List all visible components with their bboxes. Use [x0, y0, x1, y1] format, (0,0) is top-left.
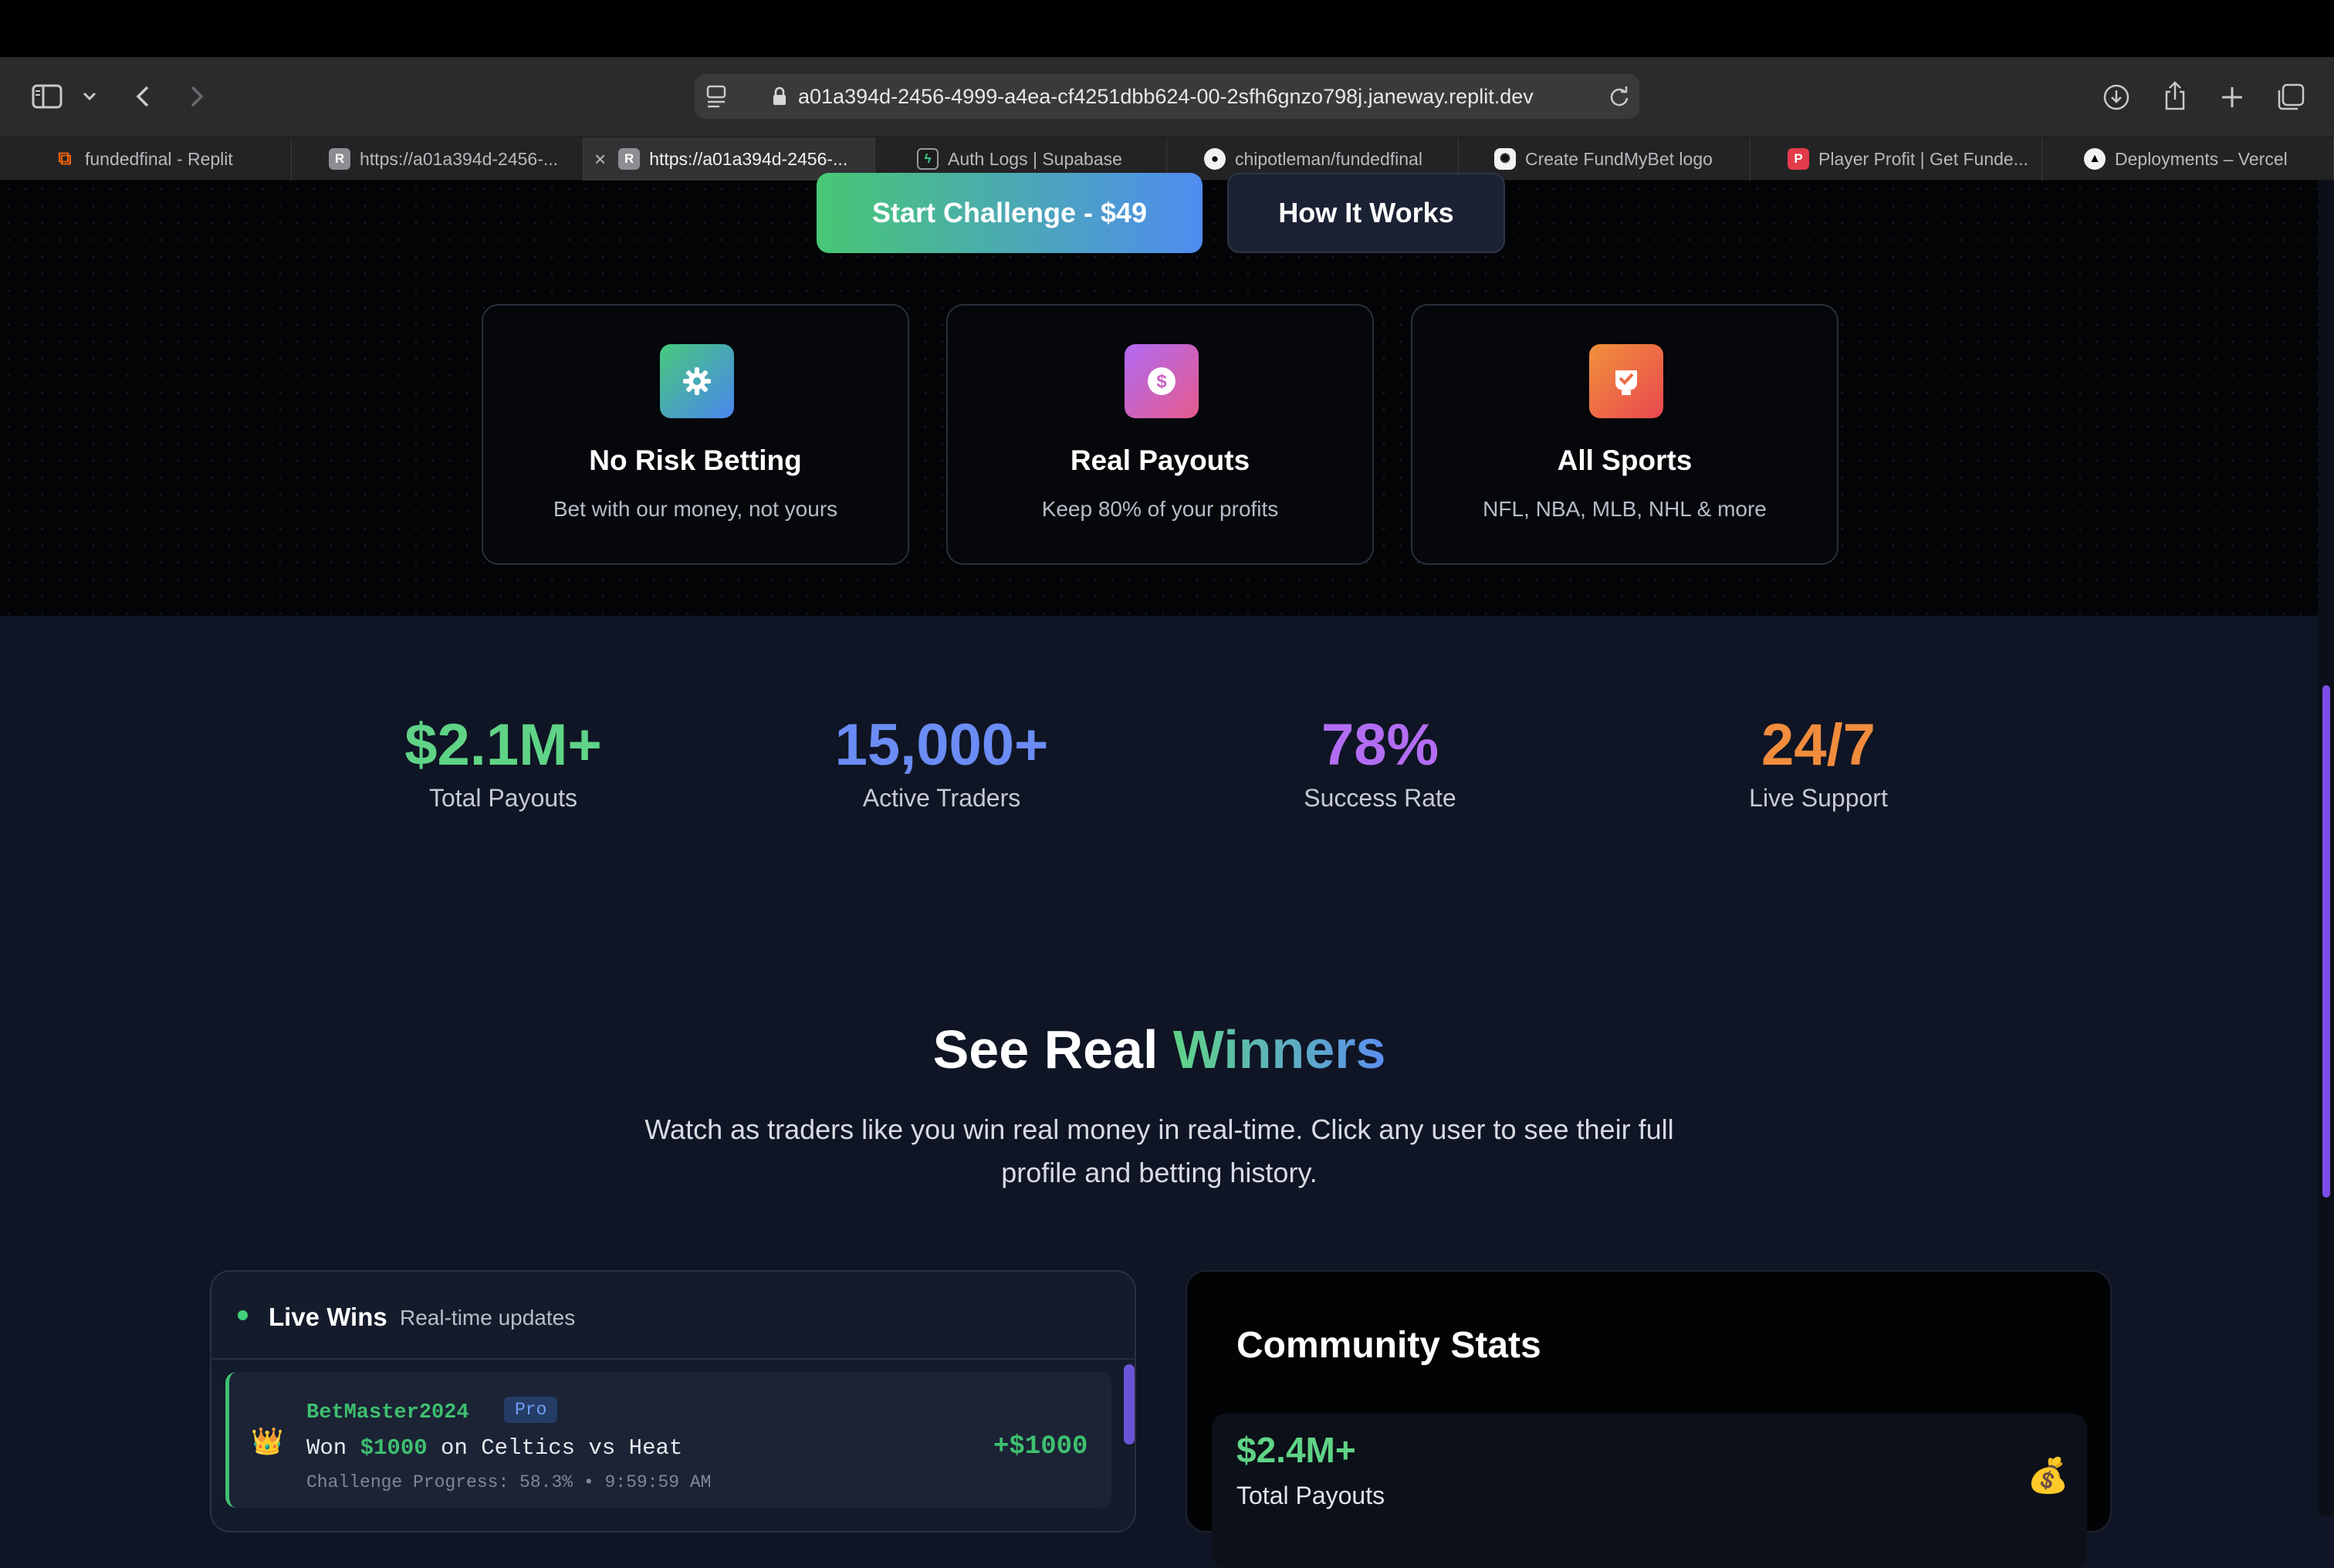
vercel-icon: ▲ [2084, 148, 2106, 170]
win-meta: Challenge Progress: 58.3% • 9:59:59 AM [306, 1472, 712, 1492]
stat-total-payouts: $2.1M+ Total Payouts [341, 710, 665, 813]
stat-value: 78% [1321, 712, 1439, 778]
tab-overview-icon[interactable] [2274, 80, 2308, 114]
section-subtitle: Watch as traders like you win real money… [644, 1113, 1674, 1188]
feature-description: Bet with our money, not yours [553, 497, 838, 521]
tier-badge: Pro [504, 1397, 558, 1423]
title-highlight: Winners [1172, 1019, 1386, 1080]
page-scrollbar-thumb[interactable] [2322, 685, 2330, 1198]
stat-success-rate: 78% Success Rate [1218, 710, 1542, 813]
tab-label: fundedfinal - Replit [85, 148, 233, 169]
sidebar-toggle-icon[interactable] [29, 82, 65, 111]
stat-value: 15,000+ [834, 712, 1049, 778]
win-description: Won $1000 on Celtics vs Heat [306, 1435, 682, 1461]
url-text: a01a394d-2456-4999-a4ea-cf4251dbb624-00-… [798, 85, 1534, 108]
live-indicator-icon [238, 1310, 248, 1320]
feature-title: All Sports [1557, 444, 1693, 476]
tab-label: https://a01a394d-2456-... [649, 148, 848, 169]
tab-label: Auth Logs | Supabase [948, 148, 1122, 169]
gear-icon [660, 344, 734, 418]
stat-live-support: 24/7 Live Support [1656, 710, 1981, 813]
replit-icon: ⧉ [58, 148, 72, 169]
how-it-works-button[interactable]: How It Works [1227, 173, 1505, 253]
openai-icon: ✺ [1494, 148, 1516, 170]
back-icon[interactable] [131, 82, 154, 111]
new-tab-icon[interactable] [2217, 82, 2248, 113]
tab-label: Create FundMyBet logo [1525, 148, 1713, 169]
tab-label: chipotleman/fundedfinal [1235, 148, 1422, 169]
feature-title: No Risk Betting [589, 444, 802, 476]
tab-vercel[interactable]: ▲ Deployments – Vercel [2042, 137, 2334, 181]
feature-card-payouts: $ Real Payouts Keep 80% of your profits [946, 304, 1374, 565]
community-stats-panel: Community Stats $2.4M+ Total Payouts 💰 [1186, 1270, 2112, 1568]
playerprofit-icon: P [1788, 148, 1809, 170]
tab-preview[interactable]: R https://a01a394d-2456-... [292, 137, 584, 181]
svg-text:$: $ [1156, 371, 1167, 392]
feature-title: Real Payouts [1070, 444, 1250, 476]
win-amount: $1000 [360, 1435, 428, 1461]
live-wins-header: Live Wins Real-time updates [211, 1272, 1135, 1360]
win-match: on Celtics vs Heat [427, 1435, 683, 1461]
live-wins-subtitle: Real-time updates [400, 1306, 576, 1330]
community-stat-value: $2.4M+ [1236, 1430, 1356, 1470]
feature-description: Keep 80% of your profits [1041, 497, 1279, 521]
trophy-icon [1589, 344, 1663, 418]
share-icon[interactable] [2160, 79, 2190, 113]
close-icon[interactable]: × [594, 147, 606, 171]
stat-active-traders: 15,000+ Active Traders [780, 710, 1104, 813]
page-settings-icon[interactable] [705, 84, 729, 113]
system-menubar [0, 0, 2334, 57]
win-delta: +$1000 [993, 1432, 1088, 1462]
stat-label: Success Rate [1304, 784, 1456, 812]
replit-r-icon: R [329, 148, 350, 170]
tab-playerprofit[interactable]: P Player Profit | Get Funde... [1750, 137, 2042, 181]
address-bar[interactable]: a01a394d-2456-4999-a4ea-cf4251dbb624-00-… [695, 74, 1639, 119]
supabase-icon: ϟ [917, 148, 939, 170]
username-link[interactable]: BetMaster2024 [306, 1401, 469, 1424]
reload-icon[interactable] [1608, 85, 1630, 112]
money-bag-icon: 💰 [2027, 1457, 2069, 1495]
stat-value: 24/7 [1761, 712, 1876, 778]
start-challenge-button[interactable]: Start Challenge - $49 [817, 173, 1203, 253]
download-icon[interactable] [2101, 82, 2132, 113]
live-wins-title: Live Wins [269, 1303, 387, 1331]
title-plain: See Real [932, 1019, 1173, 1080]
tab-replit[interactable]: ⧉ fundedfinal - Replit [0, 137, 292, 181]
stat-value: $2.1M+ [404, 712, 602, 778]
forward-icon[interactable] [185, 82, 208, 111]
tab-label: Deployments – Vercel [2115, 148, 2288, 169]
replit-r-icon: R [618, 148, 641, 170]
win-prefix: Won [306, 1435, 360, 1461]
win-entry[interactable]: 👑 BetMaster2024 Pro Won $1000 on Celtics… [225, 1372, 1111, 1508]
stat-label: Total Payouts [428, 784, 578, 812]
community-stat-label: Total Payouts [1236, 1482, 1385, 1509]
feature-description: NFL, NBA, MLB, NHL & more [1483, 497, 1767, 521]
section-title: See Real Winners [0, 1019, 2319, 1080]
live-wins-scrollbar[interactable] [1124, 1364, 1135, 1445]
feature-card-sports: All Sports NFL, NBA, MLB, NHL & more [1411, 304, 1838, 565]
community-stat-card: $2.4M+ Total Payouts 💰 [1212, 1414, 2087, 1568]
dollar-icon: $ [1125, 344, 1199, 418]
crown-icon: 👑 [251, 1429, 284, 1458]
github-icon: ● [1204, 148, 1226, 170]
community-stats-title: Community Stats [1236, 1325, 1541, 1366]
tab-label: https://a01a394d-2456-... [360, 148, 559, 169]
live-wins-panel: Live Wins Real-time updates 👑 BetMaster2… [210, 1270, 1136, 1533]
stat-label: Active Traders [862, 784, 1021, 812]
tab-label: Player Profit | Get Funde... [1818, 148, 2028, 169]
lock-icon [772, 86, 787, 110]
chevron-down-icon[interactable] [80, 85, 99, 108]
tab-chatgpt[interactable]: ✺ Create FundMyBet logo [1459, 137, 1750, 181]
feature-card-no-risk: No Risk Betting Bet with our money, not … [482, 304, 909, 565]
stat-label: Live Support [1749, 784, 1888, 812]
